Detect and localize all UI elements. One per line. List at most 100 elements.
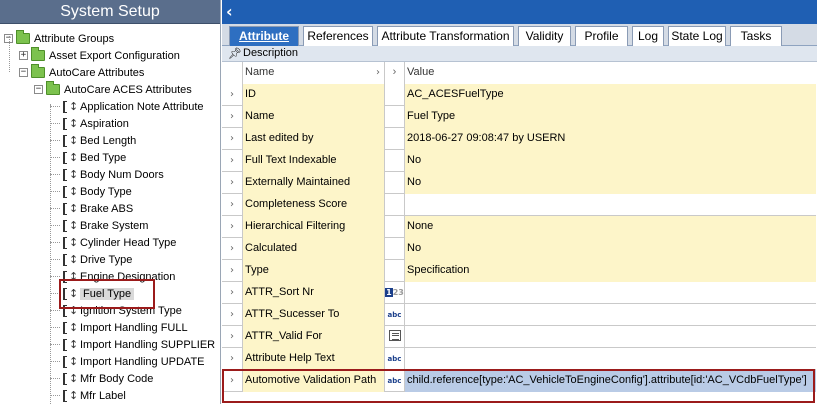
tree-item-attribute-groups[interactable]: − Attribute Groups [4,30,114,47]
tree-item-brake-system[interactable]: ↕ Brake System [50,217,148,234]
grid-row-completeness-score[interactable]: › Completeness Score [222,194,816,216]
chevron-left-icon[interactable]: ‹ [226,2,233,22]
tree-item-mfr-label[interactable]: ↕ Mfr Label [50,387,126,404]
grid-row-last-edited-by[interactable]: › Last edited by 2018-06-27 09:08:47 by US… [222,128,816,150]
attribute-value-cell[interactable] [405,326,816,348]
tree-item-import-handling-full[interactable]: ↕ Import Handling FULL [50,319,188,336]
chevron-right-icon[interactable]: › [222,348,243,370]
expand-icon[interactable]: + [19,51,28,60]
tree-connector [50,276,60,277]
grid-row-attr-sucesser-to[interactable]: › ATTR_Sucesser To abc [222,304,816,326]
grid-row-id[interactable]: › ID AC_ACESFuelType [222,84,816,106]
chevron-right-icon[interactable]: › [222,326,243,348]
chevron-right-icon[interactable]: › [376,62,380,83]
attribute-name-cell: Last edited by [243,128,385,150]
attribute-value-cell[interactable]: Fuel Type [405,106,816,128]
attribute-value-cell[interactable]: AC_ACESFuelType [405,84,816,106]
tree-connector [50,259,60,260]
grid-row-externally-maintained[interactable]: › Externally Maintained No [222,172,816,194]
grid-row-attr-valid-for[interactable]: › ATTR_Valid For [222,326,816,348]
chevron-right-icon[interactable]: › [222,216,243,238]
chevron-right-icon[interactable]: › [222,106,243,128]
tree-item-body-num-doors[interactable]: ↕ Body Num Doors [50,166,164,183]
tab-references[interactable]: References [303,26,373,46]
chevron-right-icon[interactable]: › [222,172,243,194]
tree-connector [50,123,60,124]
attribute-icon: ↕ [62,253,78,267]
chevron-right-icon[interactable]: › [222,128,243,150]
chevron-right-icon[interactable]: › [222,304,243,326]
column-header-name[interactable]: Name › [243,62,385,84]
tab-attribute[interactable]: Attribute [229,26,299,46]
tree-item-label: Mfr Body Code [80,372,154,385]
tree-item-aspiration[interactable]: ↕ Aspiration [50,115,129,132]
attribute-icon: ↕ [62,372,78,386]
value-type-cell [385,84,405,106]
tree-connector [50,361,60,362]
grid-row-hierarchical-filtering[interactable]: › Hierarchical Filtering None [222,216,816,238]
tree-item-brake-abs[interactable]: ↕ Brake ABS [50,200,133,217]
tab-profile[interactable]: Profile [575,26,628,46]
grid-row-attr-sort-nr[interactable]: › ATTR_Sort Nr 123 [222,282,816,304]
tab-tasks[interactable]: Tasks [730,26,782,46]
grid-row-type[interactable]: › Type Specification [222,260,816,282]
tree-connector [50,327,60,328]
chevron-right-icon[interactable]: › [222,194,243,216]
collapse-icon[interactable]: − [19,68,28,77]
tree-item-label: Import Handling UPDATE [80,355,205,368]
callout-highlight-validation-path [222,369,815,403]
attribute-value-cell[interactable]: No [405,238,816,260]
tree-item-drive-type[interactable]: ↕ Drive Type [50,251,133,268]
grid-row-attribute-help-text[interactable]: › Attribute Help Text abc [222,348,816,370]
column-header-value[interactable]: Value [405,62,816,84]
grid-row-name[interactable]: › Name Fuel Type [222,106,816,128]
tree-item-body-type[interactable]: ↕ Body Type [50,183,132,200]
tree-item-import-handling-supplier[interactable]: ↕ Import Handling SUPPLIER [50,336,215,353]
attribute-value-cell[interactable]: No [405,150,816,172]
tree-item-mfr-body-code[interactable]: ↕ Mfr Body Code [50,370,154,387]
tree-item-autocare-aces-attributes[interactable]: − AutoCare ACES Attributes [34,81,192,98]
collapse-icon[interactable]: − [34,85,43,94]
chevron-right-icon[interactable]: › [222,84,243,106]
tab-attribute-transformation[interactable]: Attribute Transformation [377,26,514,46]
tree-item-bed-length[interactable]: ↕ Bed Length [50,132,136,149]
description-label: Description [243,47,299,59]
chevron-right-icon[interactable]: › [222,282,243,304]
attribute-value-cell[interactable]: Specification [405,260,816,282]
attribute-name-cell: Calculated [243,238,385,260]
chevron-right-icon[interactable]: › [222,150,243,172]
attribute-value-cell[interactable]: None [405,216,816,238]
chevron-right-icon[interactable]: › [222,238,243,260]
tree-item-import-handling-update[interactable]: ↕ Import Handling UPDATE [50,353,205,370]
tab-state-log[interactable]: State Log [668,26,726,46]
pin-icon[interactable]: 📌︎ [228,46,242,61]
tab-log[interactable]: Log [632,26,664,46]
tree-item-bed-type[interactable]: ↕ Bed Type [50,149,126,166]
folder-icon [16,30,30,44]
attribute-icon: ↕ [62,202,78,216]
chevron-right-icon[interactable]: › [385,62,405,84]
attribute-value-cell[interactable] [405,194,816,216]
tree-item-asset-export-configuration[interactable]: + Asset Export Configuration [19,47,180,64]
tab-validity[interactable]: Validity [518,26,571,46]
attribute-value-cell[interactable]: 2018-06-27 09:08:47 by USERN [405,128,816,150]
attribute-value-cell[interactable] [405,348,816,370]
grid-row-calculated[interactable]: › Calculated No [222,238,816,260]
value-type-cell: abc [385,304,405,326]
tree-item-autocare-attributes[interactable]: − AutoCare Attributes [19,64,144,81]
attribute-value-cell[interactable] [405,304,816,326]
attribute-value-cell[interactable] [405,282,816,304]
list-icon [388,330,401,341]
tree-item-cylinder-head-type[interactable]: ↕ Cylinder Head Type [50,234,176,251]
attribute-name-cell: ID [243,84,385,106]
tree-item-label: Drive Type [80,253,133,266]
value-type-cell [385,172,405,194]
grid-row-full-text-indexable[interactable]: › Full Text Indexable No [222,150,816,172]
tree-item-application-note-attribute[interactable]: ↕ Application Note Attribute [50,98,204,115]
text-abc-icon: abc [387,311,402,319]
panel-title: System Setup [0,0,220,24]
tree-connector [50,310,60,311]
folder-icon [31,47,45,61]
attribute-value-cell[interactable]: No [405,172,816,194]
chevron-right-icon[interactable]: › [222,260,243,282]
